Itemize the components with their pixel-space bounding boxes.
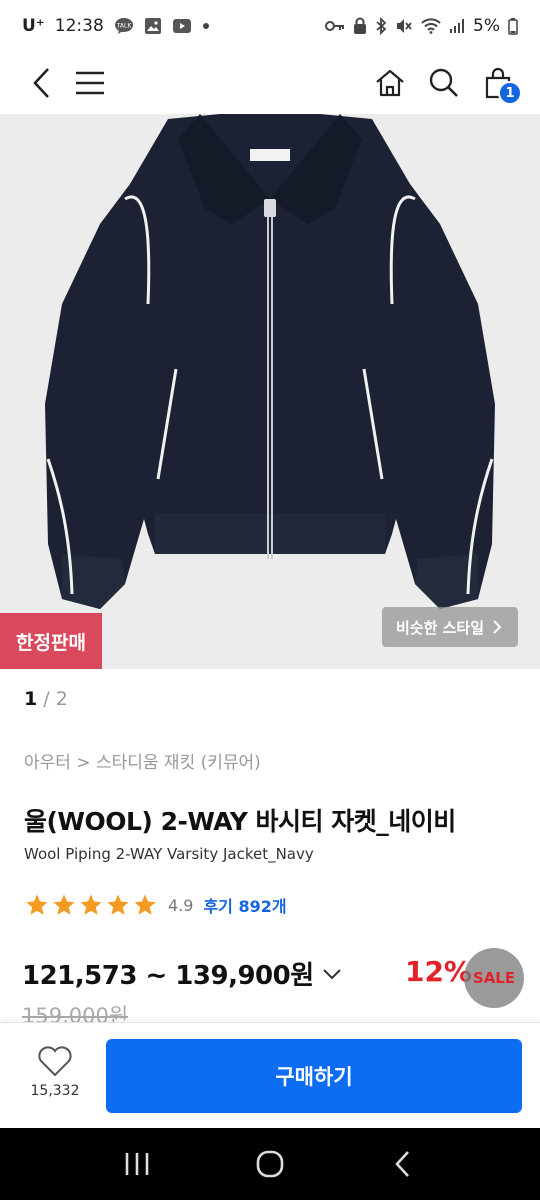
star-icon [53,894,75,915]
like-count: 15,332 [30,1083,80,1099]
cart-button[interactable]: 1 [474,59,522,107]
back-button[interactable] [18,59,66,107]
star-icon [107,894,129,915]
pager-total: / 2 [43,688,68,710]
limited-sale-badge: 한정판매 [0,613,102,669]
gallery-icon [144,17,162,35]
jacket-photo [0,114,540,669]
original-price: 159,000원 [22,1004,129,1022]
wifi-icon [421,18,441,34]
home-icon [376,69,404,97]
carrier-label: U⁺ [22,16,45,36]
menu-button[interactable] [66,59,114,107]
app-header: 1 [0,52,540,114]
search-button[interactable] [420,59,468,107]
back-nav-button[interactable] [373,1134,433,1194]
talk-icon: TALK [114,17,134,35]
product-image-carousel[interactable]: 한정판매 비슷한 스타일 [0,114,540,669]
star-icon [26,894,48,915]
hamburger-icon [76,71,104,95]
home-nav-button[interactable] [240,1134,300,1194]
battery-level: 5% [473,16,500,36]
buy-button[interactable]: 구매하기 [106,1039,522,1113]
similar-style-label: 비슷한 스타일 [395,618,484,637]
back-arrow-icon [33,68,49,98]
star-icon [134,894,156,915]
pager-current: 1 [24,688,38,710]
image-pager: 1 / 2 [24,688,68,710]
recent-apps-icon [125,1153,148,1175]
product-subtitle: Wool Piping 2-WAY Varsity Jacket_Navy [24,845,314,863]
price-row[interactable]: 121,573 ~ 139,900원 [22,955,342,992]
dot-icon [202,22,210,30]
star-icon [80,894,102,915]
discount-rate: 12% [404,955,472,988]
bottom-action-bar: 15,332 구매하기 [0,1022,540,1128]
cart-count-badge: 1 [498,81,522,105]
similar-style-button[interactable]: 비슷한 스타일 [381,607,518,647]
battery-icon [508,17,518,35]
system-nav-bar [0,1128,540,1200]
star-rating [24,893,158,917]
sale-badge[interactable]: SALE [464,948,524,1008]
like-button[interactable]: 15,332 [18,1045,92,1099]
bluetooth-icon [375,17,387,35]
youtube-icon [172,18,192,34]
heart-icon [38,1046,72,1077]
price-range: 121,573 ~ 139,900원 [22,961,314,991]
mute-icon [395,17,413,35]
signal-icon [449,18,465,34]
svg-text:TALK: TALK [115,23,132,30]
review-count-link[interactable]: 후기 892개 [203,893,286,917]
breadcrumb[interactable]: 아우터 > 스타디움 재킷 (키뮤어) [24,748,261,773]
home-circle-icon [256,1150,284,1178]
back-chevron-icon [395,1151,410,1177]
chevron-down-icon[interactable] [322,967,342,981]
status-bar: U⁺ 12:38 TALK 5% [0,0,540,52]
key-icon [325,19,345,33]
lock-icon [353,17,367,35]
rating-row: 4.9 후기 892개 [24,893,287,917]
chevron-right-icon [493,620,502,634]
rating-value: 4.9 [168,895,194,915]
recent-apps-button[interactable] [107,1134,167,1194]
home-button[interactable] [366,59,414,107]
search-icon [429,68,458,97]
clock: 12:38 [54,16,104,36]
product-title: 울(WOOL) 2-WAY 바시티 자켓_네이비 [24,807,456,836]
